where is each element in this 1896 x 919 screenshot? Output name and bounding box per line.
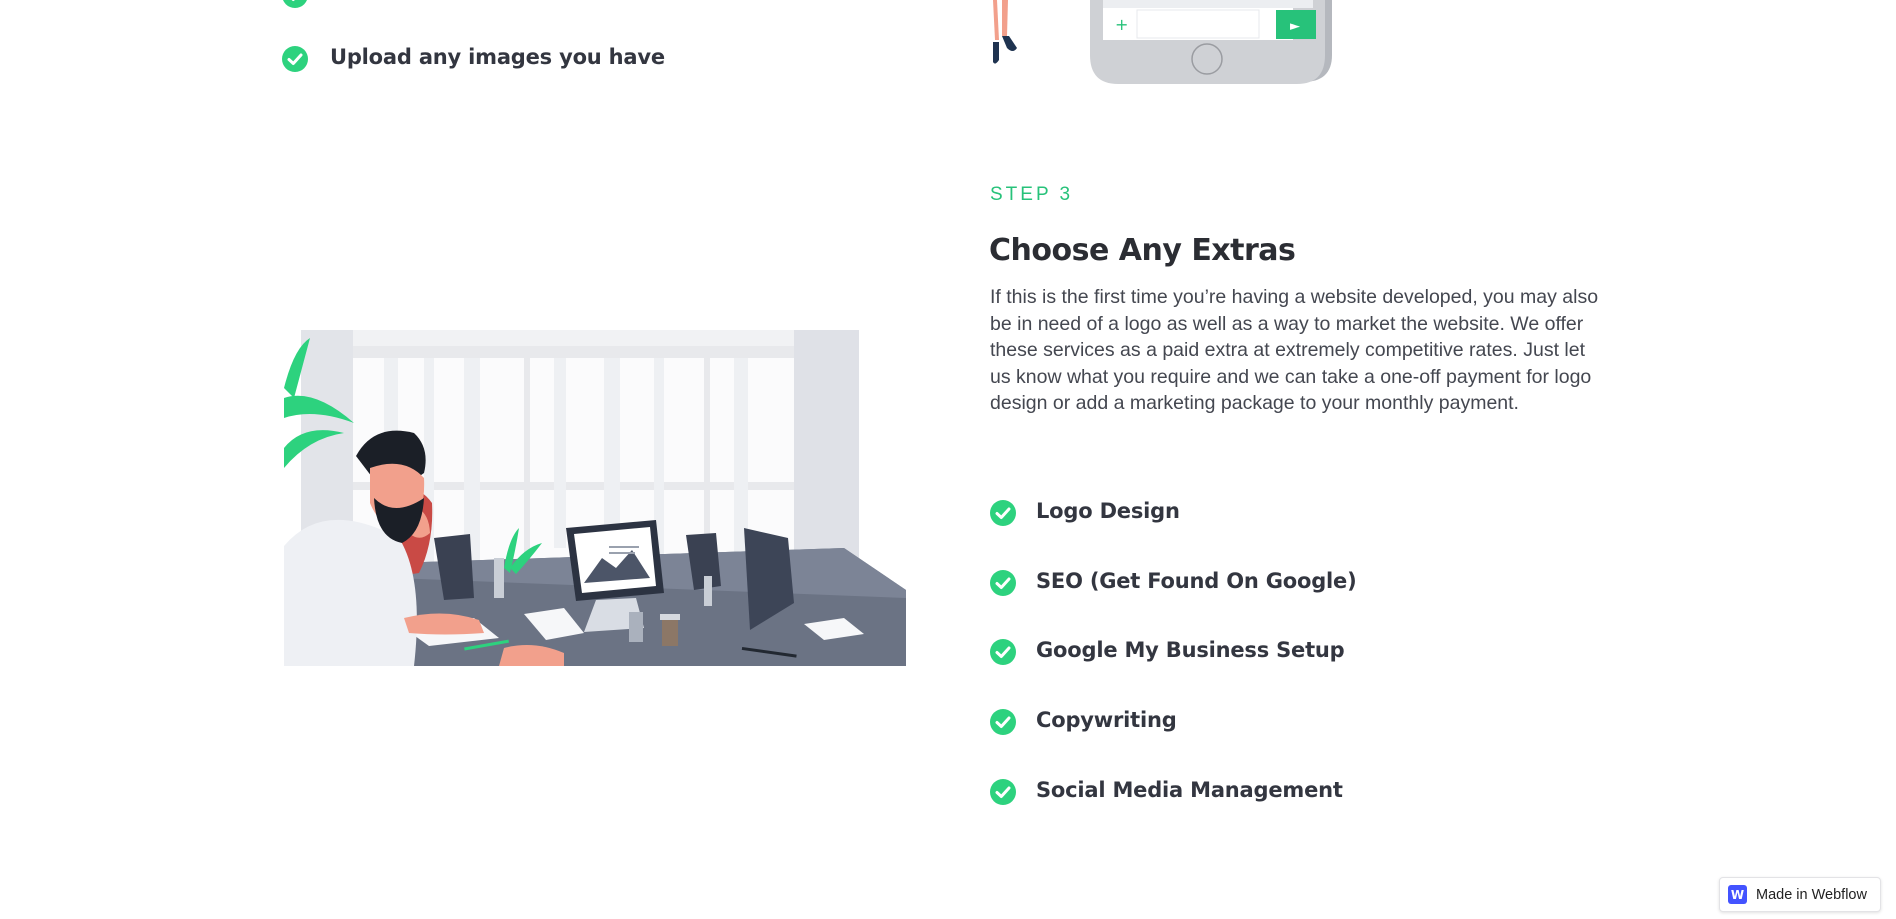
extra-item-label: Social Media Management [1036, 778, 1343, 802]
phone-chat-illustration: + ► [985, 0, 1335, 90]
extra-item-label: Google My Business Setup [1036, 638, 1345, 662]
check-circle-icon [990, 570, 1016, 596]
step-label: STEP 3 [990, 184, 1074, 205]
send-icon: ► [1290, 19, 1300, 34]
extra-item-label: SEO (Get Found On Google) [1036, 569, 1357, 593]
check-circle-icon [990, 500, 1016, 526]
check-circle-icon [990, 639, 1016, 665]
check-circle-icon [990, 709, 1016, 735]
extra-item-label: Logo Design [1036, 499, 1180, 523]
webflow-badge-label: Made in Webflow [1756, 886, 1867, 903]
made-in-webflow-badge[interactable]: W Made in Webflow [1719, 877, 1881, 912]
office-team-illustration [284, 328, 906, 666]
feature-item-upload-images: Upload any images you have [330, 45, 665, 69]
webflow-logo-icon: W [1728, 885, 1747, 904]
section-description: If this is the first time you’re having … [990, 286, 1599, 414]
section-title: Choose Any Extras [989, 233, 1296, 268]
check-circle-icon [990, 779, 1016, 805]
plus-icon: + [1115, 15, 1128, 34]
check-circle-icon [282, 0, 308, 8]
extra-item-label: Copywriting [1036, 708, 1177, 732]
check-circle-icon [282, 46, 308, 72]
